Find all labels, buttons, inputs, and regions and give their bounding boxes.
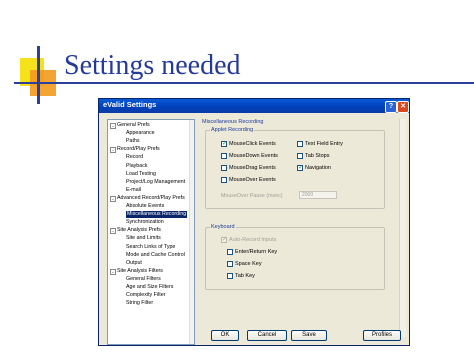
tree-scrollbar[interactable] — [189, 120, 194, 344]
tree-group[interactable]: Site Analysis Filters — [117, 268, 163, 275]
tree-item[interactable]: Age and Size Filters — [126, 284, 173, 291]
tree-item[interactable]: Synchronization — [126, 219, 164, 226]
checkbox-label: Enter/Return Key — [235, 249, 278, 255]
close-button[interactable]: ✕ — [397, 101, 409, 113]
tree-group[interactable]: Advanced Record/Play Prefs — [117, 195, 185, 202]
tree-expander-icon[interactable]: – — [110, 123, 116, 129]
checkbox-box[interactable] — [297, 141, 303, 147]
tree-group[interactable]: General Prefs — [117, 122, 150, 129]
help-button[interactable]: ? — [385, 101, 397, 113]
tree-item[interactable]: Miscellaneous Recording — [126, 211, 188, 219]
checkbox-box[interactable] — [227, 249, 233, 255]
window-title: eValid Settings — [103, 100, 157, 109]
tree-item[interactable]: General Filters — [126, 276, 161, 283]
checkbox-label: Tab Stops — [305, 153, 330, 159]
checkbox-label: MouseDown Events — [229, 153, 278, 159]
checkbox-label: Text Field Entry — [305, 141, 343, 147]
checkbox-label: MouseDrag Events — [229, 165, 276, 171]
checkbox-label: MouseClick Events — [229, 141, 276, 147]
cancel-button[interactable]: Cancel — [247, 330, 287, 341]
applet-recording-label: Applet Recording — [210, 127, 255, 133]
tree-group[interactable]: Record/Play Prefs — [117, 146, 160, 153]
decorative-horizontal-line — [14, 82, 474, 84]
mouseover-pause-field[interactable]: 2000 — [299, 191, 337, 199]
tree-item[interactable]: Project/Log Management — [126, 179, 185, 186]
checkmark-icon[interactable]: ✓ — [221, 141, 227, 147]
checkbox-box[interactable] — [297, 153, 303, 159]
checkmark-icon[interactable]: ✓ — [221, 237, 227, 243]
tree-item[interactable]: Paths — [126, 138, 140, 145]
tree-item[interactable]: Search Links of Type — [126, 244, 175, 251]
checkbox-box[interactable] — [227, 273, 233, 279]
tree-item[interactable]: E-mail — [126, 187, 141, 194]
settings-dialog: eValid Settings ? ✕ – General Prefs Appear… — [98, 98, 410, 346]
tree-item[interactable]: Load Testing — [126, 171, 156, 178]
tree-item[interactable]: Output — [126, 260, 142, 267]
checkbox-box[interactable] — [227, 261, 233, 267]
tree-item[interactable]: Playback — [126, 163, 148, 170]
checkbox-label: Tab Key — [235, 273, 255, 279]
checkbox-box[interactable] — [221, 165, 227, 171]
tree-item[interactable]: Complexity Filter — [126, 292, 165, 299]
panel-scrollbar[interactable] — [399, 119, 406, 337]
tree-item[interactable]: Record — [126, 154, 143, 161]
checkmark-icon[interactable]: ✓ — [297, 165, 303, 171]
tree-expander-icon[interactable]: – — [110, 268, 116, 275]
checkbox-label: Auto-Record Inputs — [229, 237, 277, 243]
tree-expander-icon[interactable]: – — [110, 147, 116, 154]
checkbox-label: MouseOver Events — [229, 177, 276, 183]
checkbox-label: Space Key — [235, 261, 262, 267]
checkbox-box[interactable] — [221, 177, 227, 183]
checkbox-label: Navigation — [305, 165, 331, 171]
tree-item[interactable]: Absolute Events — [126, 203, 164, 210]
keyboard-label: Keyboard — [210, 224, 236, 230]
tree-item[interactable]: String Filter — [126, 300, 153, 307]
slide-title: Settings needed — [64, 50, 241, 81]
tree-item[interactable]: Appearance — [126, 130, 155, 137]
ok-button[interactable]: OK — [211, 330, 239, 341]
tree-item[interactable]: Mode and Cache Control — [126, 252, 185, 259]
tree-expander-icon[interactable]: – — [110, 228, 116, 235]
mouseover-pause-label: MouseOver Pause (msec) — [221, 193, 283, 199]
tree-expander-icon[interactable]: – — [110, 195, 116, 202]
title-bar[interactable]: eValid Settings ? ✕ — [99, 99, 409, 113]
checkbox-box[interactable] — [221, 153, 227, 159]
profiles-button[interactable]: Profiles — [363, 330, 401, 341]
settings-tree: – General Prefs Appearance Paths – Record/Pla… — [107, 119, 195, 345]
tree-item[interactable]: Site and Limits — [126, 235, 161, 242]
decorative-vertical-line — [37, 46, 40, 104]
panel-title: Miscellaneous Recording — [202, 119, 264, 125]
save-button[interactable]: Save — [291, 330, 327, 341]
tree-group[interactable]: Site Analysis Prefs — [117, 227, 161, 234]
